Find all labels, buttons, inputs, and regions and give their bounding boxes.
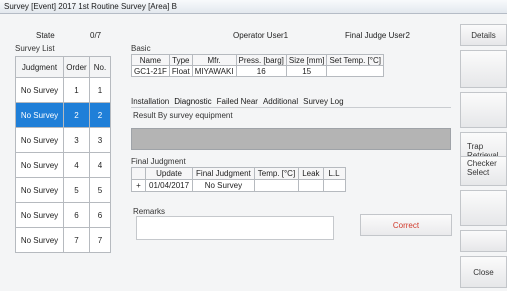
row-judgment: No Survey <box>15 227 64 253</box>
row-judgment: No Survey <box>15 102 64 128</box>
row-order: 5 <box>63 177 90 203</box>
row-order: 3 <box>63 127 90 153</box>
remarks-field[interactable] <box>136 216 334 240</box>
final-judgment-row[interactable]: + 01/04/2017 No Survey <box>131 179 346 192</box>
final-judgment-label: Final Judgment <box>131 157 186 166</box>
cell-leak <box>298 179 324 192</box>
tab-survey-log[interactable]: Survey Log <box>303 97 343 106</box>
survey-list-row[interactable]: No Survey 5 5 <box>15 177 111 203</box>
basic-table: Name Type Mfr. Press. [barg] Size [mm] S… <box>131 54 384 77</box>
tab-divider <box>131 107 451 108</box>
details-button[interactable]: Details <box>460 24 507 46</box>
correct-button[interactable]: Correct <box>360 214 452 236</box>
row-order: 4 <box>63 152 90 178</box>
row-no: 7 <box>89 227 111 253</box>
tab-installation[interactable]: Installation <box>131 97 169 106</box>
column-header-ll: L.L <box>322 167 346 180</box>
row-expand-icon[interactable]: + <box>131 179 146 192</box>
survey-list-row[interactable]: No Survey 4 4 <box>15 152 111 178</box>
column-header-update: Update <box>144 167 194 180</box>
column-header-judgment: Judgment <box>15 56 64 78</box>
final-judgment-header: Update Final Judgment Temp. [°C] Leak L.… <box>131 167 346 180</box>
cell-press: 16 <box>235 65 287 77</box>
cell-set-temp <box>326 65 384 77</box>
checker-select-line-2: Select <box>467 168 490 177</box>
row-order: 1 <box>63 77 90 103</box>
tab-failed-near[interactable]: Failed Near <box>217 97 258 106</box>
state-value: 0/7 <box>90 31 102 40</box>
cell-size: 15 <box>285 65 328 77</box>
row-order: 7 <box>63 227 90 253</box>
row-no: 3 <box>89 127 111 153</box>
result-label: Result By survey equipment <box>133 111 233 120</box>
checker-select-button[interactable]: Checker Select <box>460 156 507 186</box>
checker-select-line-1: Checker <box>467 159 497 168</box>
close-button[interactable]: Close <box>460 256 507 288</box>
tab-diagnostic[interactable]: Diagnostic <box>174 97 211 106</box>
column-header-order: Order <box>63 56 90 78</box>
side-button-blank-2[interactable] <box>460 92 507 128</box>
cell-type: Float <box>168 65 193 77</box>
column-header-size: Size [mm] <box>285 54 328 66</box>
row-no: 6 <box>89 202 111 228</box>
row-no: 4 <box>89 152 111 178</box>
basic-row: GC1-21F Float MIYAWAKI 16 15 <box>131 65 384 77</box>
survey-list-header: Judgment Order No. <box>15 56 111 78</box>
remarks-label: Remarks <box>133 207 166 216</box>
basic-label: Basic <box>131 44 151 53</box>
side-button-blank-1[interactable] <box>460 50 507 88</box>
detail-tabs: Installation Diagnostic Failed Near Addi… <box>131 97 344 106</box>
column-header-temp: Temp. [°C] <box>253 167 300 180</box>
survey-list-row-selected[interactable]: No Survey 2 2 <box>15 102 111 128</box>
cell-name: GC1-21F <box>131 65 170 77</box>
survey-list-label: Survey List <box>15 44 55 53</box>
result-panel <box>131 128 451 150</box>
column-header-marker <box>131 167 146 180</box>
cell-update: 01/04/2017 <box>144 179 194 192</box>
window-title-bar: Survey [Event] 2017 1st Routine Survey [… <box>0 0 507 14</box>
column-header-final-judgment: Final Judgment <box>192 167 255 180</box>
row-no: 1 <box>89 77 111 103</box>
row-judgment: No Survey <box>15 177 64 203</box>
row-judgment: No Survey <box>15 77 64 103</box>
state-label: State <box>36 31 55 40</box>
tab-additional[interactable]: Additional <box>263 97 298 106</box>
cell-ll <box>322 179 346 192</box>
trap-retrieval-line-1: Trap <box>467 142 484 151</box>
column-header-name: Name <box>131 54 170 66</box>
final-judge-label: Final Judge User2 <box>345 31 410 40</box>
column-header-mfr: Mfr. <box>191 54 237 66</box>
row-judgment: No Survey <box>15 152 64 178</box>
side-button-blank-3[interactable] <box>460 190 507 226</box>
column-header-leak: Leak <box>298 167 324 180</box>
operator-label: Operator User1 <box>233 31 289 40</box>
side-button-blank-4[interactable] <box>460 230 507 252</box>
survey-list-row[interactable]: No Survey 6 6 <box>15 202 111 228</box>
window-title: Survey [Event] 2017 1st Routine Survey [… <box>4 2 177 11</box>
survey-window: State 0/7 Operator User1 Final Judge Use… <box>0 14 507 291</box>
cell-final-judgment: No Survey <box>192 179 255 192</box>
basic-header: Name Type Mfr. Press. [barg] Size [mm] S… <box>131 54 384 66</box>
column-header-set-temp: Set Temp. [°C] <box>326 54 384 66</box>
row-order: 6 <box>63 202 90 228</box>
column-header-press: Press. [barg] <box>235 54 287 66</box>
cell-mfr: MIYAWAKI <box>191 65 237 77</box>
cell-temp <box>253 179 300 192</box>
survey-list-row[interactable]: No Survey 1 1 <box>15 77 111 103</box>
survey-list-row[interactable]: No Survey 3 3 <box>15 127 111 153</box>
row-order: 2 <box>63 102 90 128</box>
row-judgment: No Survey <box>15 202 64 228</box>
row-judgment: No Survey <box>15 127 64 153</box>
final-judgment-table: Update Final Judgment Temp. [°C] Leak L.… <box>131 167 346 192</box>
column-header-type: Type <box>168 54 193 66</box>
row-no: 2 <box>89 102 111 128</box>
survey-list-table: Judgment Order No. No Survey 1 1 No Surv… <box>15 56 111 253</box>
row-no: 5 <box>89 177 111 203</box>
column-header-no: No. <box>89 56 111 78</box>
survey-list-row[interactable]: No Survey 7 7 <box>15 227 111 253</box>
